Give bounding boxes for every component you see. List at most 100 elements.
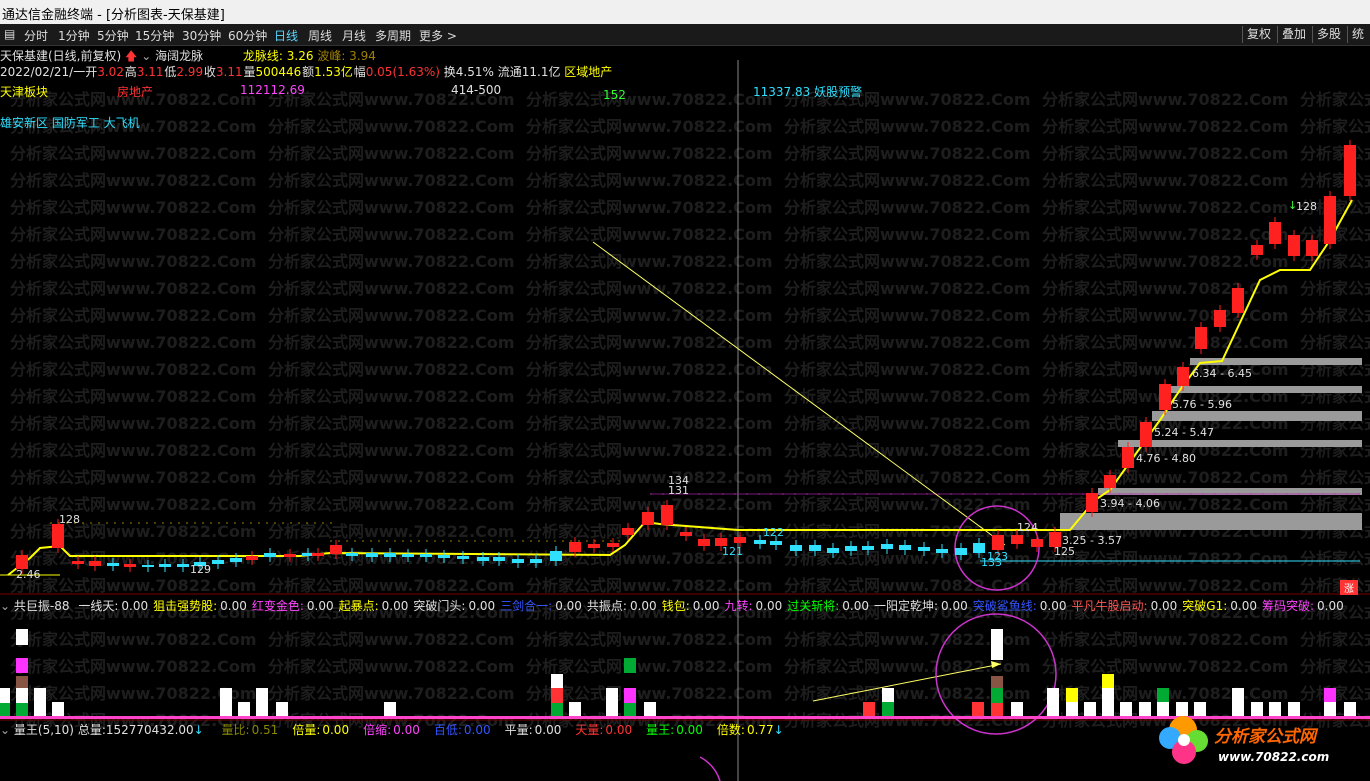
watermark-text: 分析家公式网www.70822.Com	[1042, 198, 1289, 217]
watermark-text: 分析家公式网www.70822.Com	[268, 495, 515, 514]
signal-value: 0.00	[842, 599, 869, 613]
price-label: 122	[763, 526, 784, 539]
watermark-text: 分析家公式网www.70822.Com	[268, 198, 515, 217]
tab-30min[interactable]: 30分钟	[182, 27, 221, 44]
signal-item: 过关斩将:	[787, 599, 840, 613]
volume-block	[863, 702, 875, 716]
sector-link[interactable]: 区域地产	[564, 65, 612, 79]
volume-block	[1157, 688, 1169, 702]
total-volume-label: 总量:	[77, 723, 106, 737]
tab-1min[interactable]: 1分钟	[58, 27, 90, 44]
candle	[16, 555, 28, 569]
volume-block	[384, 702, 396, 716]
demon-stock-warning: 11337.83 妖股预警	[753, 85, 863, 99]
float-value: 11.1亿	[521, 65, 561, 79]
watermark-text: 分析家公式网www.70822.Com	[268, 360, 515, 379]
watermark-text: 分析家公式网www.70822.Com	[526, 387, 773, 406]
watermark-text: 分析家公式网www.70822.Com	[268, 279, 515, 298]
zone-label: 5.24 - 5.47	[1154, 426, 1214, 439]
volume-items: 量比: 0.51 倍量: 0.00 倍缩: 0.00 百低: 0.00 平量: 0.00 天量: 0.…	[208, 723, 774, 737]
tab-60min[interactable]: 60分钟	[228, 27, 267, 44]
chevron-down-icon[interactable]: ⌄	[0, 723, 10, 737]
watermark-text: 分析家公式网www.70822.Com	[1300, 495, 1370, 514]
overlay-button[interactable]: 叠加	[1277, 26, 1310, 43]
watermark-text: 分析家公式网www.70822.Com	[526, 198, 773, 217]
chevron-down-icon[interactable]: ⌄	[0, 599, 10, 613]
volume-block	[1066, 688, 1078, 702]
chevron-down-icon[interactable]: ⌄	[141, 49, 151, 63]
volume-block	[551, 688, 563, 703]
watermark-text: 分析家公式网www.70822.Com	[784, 252, 1031, 271]
volume-item: 量比:	[221, 723, 250, 737]
watermark-text: 分析家公式网www.70822.Com	[526, 630, 773, 649]
volume-item: 天量:	[575, 723, 604, 737]
volume-block	[220, 688, 232, 716]
volume-block	[991, 688, 1003, 703]
candle	[862, 546, 874, 550]
signal-value: 0.00	[755, 599, 783, 613]
kline-canvas[interactable]: 分析家公式网www.70822.Com 分析家公式网www.70822.Com 分析…	[0, 45, 1370, 781]
open-value: 3.02	[97, 65, 124, 79]
signal-value: 0.00	[381, 599, 409, 613]
candle	[1086, 493, 1098, 512]
low-label: 低	[164, 65, 177, 79]
watermark-text: 分析家公式网www.70822.Com	[268, 225, 515, 244]
indicator-name[interactable]: 海阔龙脉	[155, 49, 203, 63]
turnover-value: 4.51%	[455, 65, 494, 79]
volume-block	[1139, 702, 1151, 716]
price-label: 133	[981, 556, 1002, 569]
metric-value-2: 152	[603, 88, 626, 102]
candle	[330, 545, 342, 554]
candle	[124, 564, 136, 567]
volume-item-value: 0.00	[463, 723, 491, 737]
tab-more[interactable]: 更多 >	[419, 27, 457, 44]
tab-multi-period[interactable]: 多周期	[375, 27, 411, 44]
stats-button[interactable]: 统	[1347, 26, 1368, 43]
watermark-text: 分析家公式网www.70822.Com	[1042, 225, 1289, 244]
signal-item: 一线天:	[78, 599, 119, 613]
watermark-text: 分析家公式网www.70822.Com	[1042, 144, 1289, 163]
watermark-text: 分析家公式网www.70822.Com	[268, 522, 515, 541]
tab-weekly[interactable]: 周线	[308, 27, 332, 44]
multi-stock-button[interactable]: 多股	[1312, 26, 1345, 43]
watermark-text: 分析家公式网www.70822.Com	[526, 144, 773, 163]
volume-block	[991, 703, 1003, 716]
watermark-text: 分析家公式网www.70822.Com	[10, 576, 257, 595]
watermark-text: 分析家公式网www.70822.Com	[10, 198, 257, 217]
volume-item-value: 0.77	[746, 723, 774, 737]
watermark-text: 分析家公式网www.70822.Com	[526, 495, 773, 514]
down-arrow-icon: ↓	[773, 723, 784, 737]
watermark-text: 分析家公式网www.70822.Com	[784, 495, 1031, 514]
signal-panel-title[interactable]: 共巨振-88	[14, 599, 70, 613]
down-arrow-icon: ↓	[193, 723, 204, 737]
watermark-text: 分析家公式网www.70822.Com	[10, 252, 257, 271]
signal-item: 狙击强势股:	[153, 599, 218, 613]
candle	[402, 554, 414, 557]
tab-monthly[interactable]: 月线	[342, 27, 366, 44]
tab-5min[interactable]: 5分钟	[97, 27, 129, 44]
volume-panel-title[interactable]: 量王(5,10)	[14, 723, 74, 737]
menu-toggle-icon[interactable]: ▤	[4, 27, 15, 41]
tab-fenshi[interactable]: 分时	[24, 27, 48, 44]
signal-value: 0.00	[1039, 599, 1067, 613]
volume-block	[1011, 702, 1023, 716]
candle	[346, 553, 358, 556]
volume-block	[16, 658, 28, 673]
tab-15min[interactable]: 15分钟	[135, 27, 174, 44]
volume-block	[624, 703, 636, 716]
signal-item: 九转:	[724, 599, 753, 613]
volume-item-value: 0.00	[605, 723, 633, 737]
watermark-text: 分析家公式网www.70822.Com	[10, 522, 257, 541]
watermark-text: 分析家公式网www.70822.Com	[268, 684, 515, 703]
watermark-text: 分析家公式网www.70822.Com	[268, 306, 515, 325]
watermark-text: 分析家公式网www.70822.Com	[1300, 657, 1370, 676]
watermark-text: 分析家公式网www.70822.Com	[526, 252, 773, 271]
watermark-text: 分析家公式网www.70822.Com	[784, 225, 1031, 244]
restore-rights-button[interactable]: 复权	[1242, 26, 1275, 43]
signal-value: 0.00	[121, 599, 149, 613]
signal-item: 钱包:	[661, 599, 690, 613]
chart-area[interactable]: 分析家公式网www.70822.Com 分析家公式网www.70822.Com 分析…	[0, 45, 1370, 781]
signal-items: 一线天: 0.00 狙击强势股: 0.00 红变金色: 0.00 起暴点: 0.00 突破门头:…	[73, 599, 1343, 613]
volume-item: 倍量:	[292, 723, 321, 737]
tab-daily[interactable]: 日线	[274, 27, 298, 44]
